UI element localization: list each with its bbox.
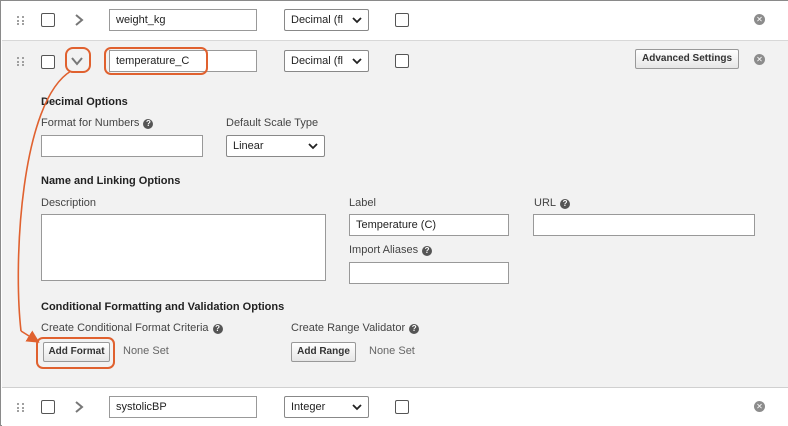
- field-editor: weight_kg Decimal (fl ✕ temperature_C De…: [0, 0, 788, 426]
- annotation-arrow: [17, 70, 72, 343]
